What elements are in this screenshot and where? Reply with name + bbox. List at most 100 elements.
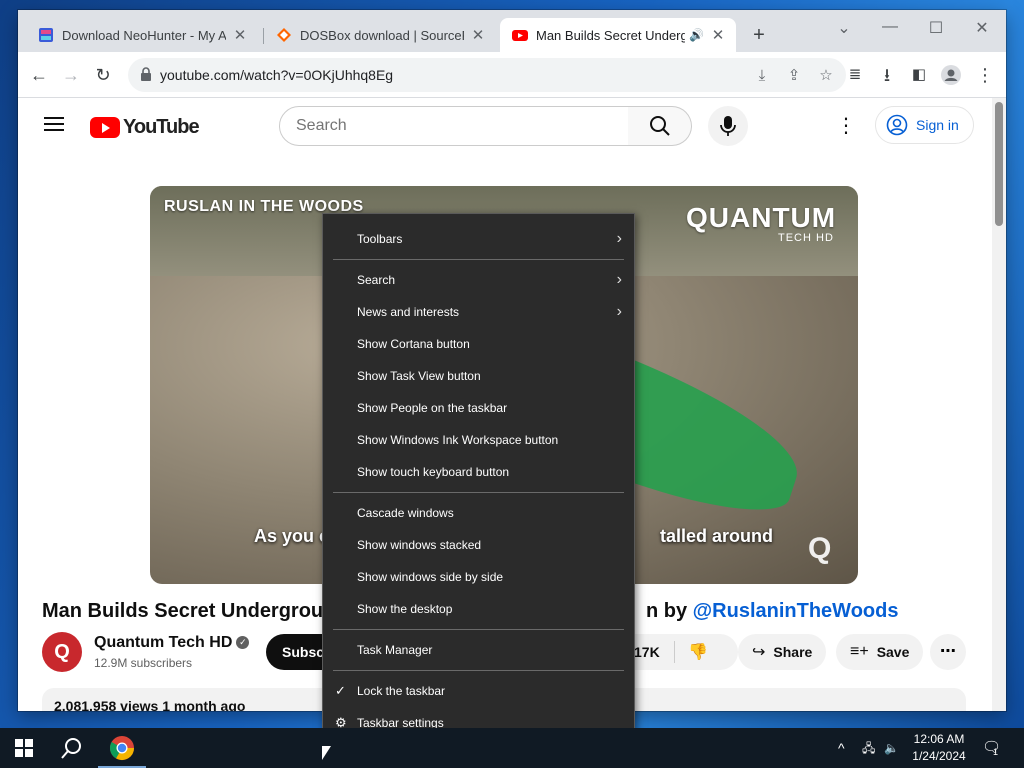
like-divider bbox=[674, 641, 675, 663]
search-icon bbox=[61, 738, 81, 759]
settings-menu-icon[interactable]: ⋮ bbox=[836, 116, 856, 136]
dislike-icon[interactable]: 👎 bbox=[688, 642, 708, 662]
menu-item-label: Show windows stacked bbox=[357, 538, 482, 552]
tab-search-icon[interactable]: ⌄ bbox=[830, 18, 858, 38]
menu-item-label: Show touch keyboard button bbox=[357, 465, 510, 479]
clock-time: 12:06 AM bbox=[913, 732, 965, 746]
close-window-button[interactable]: ✕ bbox=[968, 18, 996, 38]
menu-item-people[interactable]: Show People on the taskbar bbox=[323, 393, 634, 423]
submenu-arrow-icon: › bbox=[616, 303, 622, 320]
url-text[interactable]: youtube.com/watch?v=0OKjUhhq8Eg bbox=[160, 67, 393, 83]
voice-search-button[interactable] bbox=[708, 106, 748, 146]
minimize-button[interactable]: — bbox=[876, 18, 904, 36]
video-caption: As you c bbox=[254, 526, 330, 546]
forward-button[interactable]: → bbox=[58, 62, 84, 88]
share-button[interactable]: ↪ Share bbox=[738, 634, 827, 670]
notification-count: 1 bbox=[993, 747, 999, 757]
bookmark-star-icon[interactable]: ☆ bbox=[816, 66, 836, 86]
profile-avatar-icon[interactable] bbox=[938, 62, 964, 88]
reload-button[interactable]: ↻ bbox=[90, 62, 116, 88]
tab-title: DOSBox download | SourceForg bbox=[300, 27, 464, 43]
menu-divider bbox=[333, 670, 624, 671]
menu-item-ink-workspace[interactable]: Show Windows Ink Workspace button bbox=[323, 425, 634, 455]
downloads-icon[interactable]: ⭳ bbox=[874, 62, 900, 88]
tab-sourceforge[interactable]: DOSBox download | SourceForg ✕ bbox=[264, 18, 496, 52]
mouse-cursor bbox=[322, 746, 331, 760]
tab-title: Man Builds Secret Undergro bbox=[536, 27, 686, 43]
menu-item-label: News and interests bbox=[357, 305, 460, 319]
menu-item-task-view[interactable]: Show Task View button bbox=[323, 361, 634, 391]
menu-item-stacked[interactable]: Show windows stacked bbox=[323, 530, 634, 560]
address-bar[interactable]: youtube.com/watch?v=0OKjUhhq8Eg ⤓ ⇪ ☆ bbox=[128, 58, 846, 92]
taskbar-search-button[interactable] bbox=[48, 728, 96, 768]
menu-item-label: Show Cortana button bbox=[357, 337, 470, 351]
search-button[interactable] bbox=[628, 106, 692, 146]
browser-menu-icon[interactable]: ⋮ bbox=[972, 62, 998, 88]
channel-name[interactable]: Quantum Tech HD ✓ bbox=[94, 634, 250, 652]
tab-neohunter[interactable]: Download NeoHunter - My Aba ✕ bbox=[26, 18, 258, 52]
menu-item-task-manager[interactable]: Task Manager bbox=[323, 635, 634, 665]
verified-badge-icon: ✓ bbox=[236, 636, 250, 650]
maximize-button[interactable]: ☐ bbox=[922, 18, 950, 38]
video-title-text: n by bbox=[646, 600, 693, 622]
taskbar[interactable]: ^ 🖧 🔈 12:06 AM 1/24/2024 🗨1 bbox=[0, 728, 1024, 768]
channel-avatar[interactable]: Q bbox=[42, 632, 82, 672]
page-scrollbar[interactable] bbox=[992, 98, 1006, 711]
close-tab-icon[interactable]: ✕ bbox=[232, 26, 248, 44]
logo-text: YouTube bbox=[123, 116, 200, 138]
youtube-logo[interactable]: YouTube bbox=[90, 116, 200, 139]
menu-item-cascade[interactable]: Cascade windows bbox=[323, 498, 634, 528]
tab-youtube[interactable]: Man Builds Secret Undergro 🔊 ✕ bbox=[500, 18, 736, 52]
search-input[interactable]: Search bbox=[279, 106, 629, 146]
back-button[interactable]: ← bbox=[26, 62, 52, 88]
notification-center-icon[interactable]: 🗨1 bbox=[982, 728, 1006, 768]
channel-mention-link[interactable]: @RuslaninTheWoods bbox=[693, 600, 899, 622]
menu-item-label: Show People on the taskbar bbox=[357, 401, 508, 415]
menu-item-lock-taskbar[interactable]: ✓ Lock the taskbar bbox=[323, 676, 634, 706]
sign-in-button[interactable]: Sign in bbox=[875, 106, 974, 144]
menu-item-search[interactable]: Search › bbox=[323, 265, 634, 295]
channel-name-text[interactable]: Quantum Tech HD bbox=[94, 634, 232, 651]
install-app-icon[interactable]: ⤓ bbox=[752, 66, 772, 86]
video-brand-sub: TECH HD bbox=[778, 232, 834, 244]
video-title: Man Builds Secret Undergroun bbox=[42, 600, 336, 622]
share-icon[interactable]: ⇪ bbox=[784, 66, 804, 86]
menu-item-show-desktop[interactable]: Show the desktop bbox=[323, 594, 634, 624]
menu-item-label: Task Manager bbox=[357, 643, 433, 657]
menu-item-side-by-side[interactable]: Show windows side by side bbox=[323, 562, 634, 592]
menu-item-label: Show Windows Ink Workspace button bbox=[357, 433, 559, 447]
lock-icon[interactable] bbox=[140, 67, 152, 81]
close-tab-icon[interactable]: ✕ bbox=[710, 26, 726, 44]
menu-item-touch-keyboard[interactable]: Show touch keyboard button bbox=[323, 457, 634, 487]
side-panel-icon[interactable]: ◧ bbox=[906, 62, 932, 88]
menu-item-label: Lock the taskbar bbox=[357, 684, 446, 698]
start-button[interactable] bbox=[0, 728, 48, 768]
subscriber-count: 12.9M subscribers bbox=[94, 656, 193, 670]
microphone-icon bbox=[720, 116, 736, 136]
more-actions-button[interactable]: ⋯ bbox=[930, 634, 966, 670]
video-corner-watermark: Q bbox=[808, 532, 832, 565]
close-tab-icon[interactable]: ✕ bbox=[470, 26, 486, 44]
menu-item-cortana[interactable]: Show Cortana button bbox=[323, 329, 634, 359]
new-tab-button[interactable]: + bbox=[748, 24, 770, 47]
media-controls-icon[interactable]: ≣ bbox=[842, 62, 868, 88]
scrollbar-thumb[interactable] bbox=[995, 102, 1003, 226]
menu-item-label: Show the desktop bbox=[357, 602, 453, 616]
taskbar-clock[interactable]: 12:06 AM 1/24/2024 bbox=[906, 731, 972, 765]
menu-divider bbox=[333, 492, 624, 493]
save-label: Save bbox=[876, 644, 910, 660]
save-playlist-icon: ≡+ bbox=[850, 643, 869, 660]
chrome-taskbar-button[interactable] bbox=[98, 728, 146, 768]
menu-item-toolbars[interactable]: Toolbars › bbox=[323, 224, 634, 254]
youtube-play-icon bbox=[90, 117, 120, 138]
like-count[interactable]: 17K bbox=[634, 644, 660, 660]
hamburger-menu-icon[interactable] bbox=[44, 116, 64, 137]
show-hidden-icons[interactable]: ^ bbox=[838, 728, 845, 768]
speaker-icon[interactable]: 🔊 bbox=[689, 28, 704, 42]
volume-muted-icon[interactable]: 🔈 bbox=[884, 728, 899, 768]
clock-date: 1/24/2024 bbox=[912, 749, 966, 763]
sign-in-label: Sign in bbox=[916, 117, 959, 133]
menu-item-news-interests[interactable]: News and interests › bbox=[323, 297, 634, 327]
network-icon[interactable]: 🖧 bbox=[862, 728, 875, 768]
save-button[interactable]: ≡+ Save bbox=[836, 634, 924, 670]
